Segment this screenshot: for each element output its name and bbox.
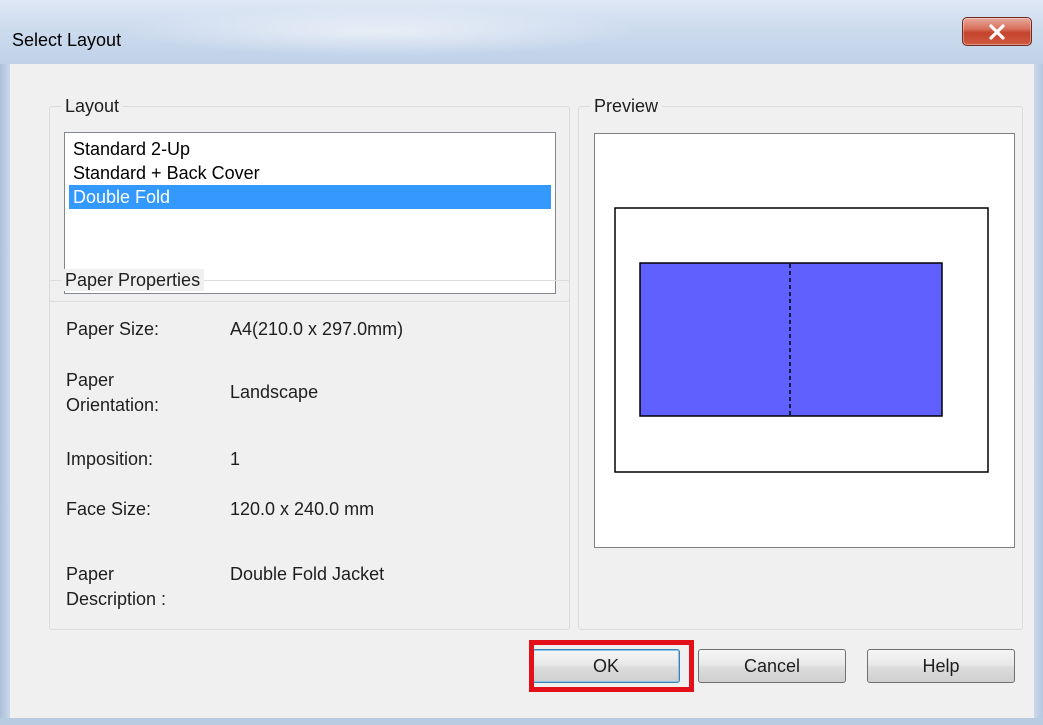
preview-canvas: [594, 133, 1015, 548]
help-button[interactable]: Help: [867, 649, 1015, 683]
paper-description-value: Double Fold Jacket: [230, 564, 385, 584]
paper-orientation-value: Landscape: [230, 382, 319, 402]
window-frame-left: [0, 64, 10, 719]
window-frame-right: [1034, 64, 1043, 719]
dialog-client-area: Layout Standard 2-Up Standard + Back Cov…: [10, 64, 1034, 718]
close-icon: [989, 23, 1005, 40]
paper-properties-label: Paper Properties: [61, 269, 205, 291]
paper-size-value: A4(210.0 x 297.0mm): [230, 319, 404, 339]
paper-orientation-label-line2: Orientation:: [66, 395, 160, 415]
imposition-value: 1: [230, 449, 241, 469]
paper-description-label-line1: Paper: [66, 564, 115, 584]
preview-drawing: [614, 207, 989, 473]
window-title: Select Layout: [12, 30, 122, 50]
face-size-value: 120.0 x 240.0 mm: [230, 499, 375, 519]
layout-list-item[interactable]: Standard + Back Cover: [69, 161, 551, 185]
close-button[interactable]: [962, 17, 1032, 46]
title-bar[interactable]: Select Layout: [0, 0, 1043, 64]
preview-group-label: Preview: [590, 95, 663, 117]
imposition-label: Imposition:: [66, 449, 154, 469]
select-layout-dialog: Select Layout Layout Standard 2-Up Stand…: [0, 0, 1043, 725]
paper-orientation-label-line1: Paper: [66, 370, 115, 390]
layout-group-label: Layout: [61, 95, 124, 117]
face-size-label: Face Size:: [66, 499, 152, 519]
title-bar-glow: [120, 6, 640, 56]
layout-list-item[interactable]: Standard 2-Up: [69, 137, 551, 161]
paper-size-label: Paper Size:: [66, 319, 160, 339]
layout-list-item-selected[interactable]: Double Fold: [69, 185, 551, 209]
paper-description-label-line2: Description :: [66, 589, 167, 609]
window-frame-bottom: [0, 718, 1043, 725]
preview-face-area: [639, 262, 943, 417]
cancel-button[interactable]: Cancel: [698, 649, 846, 683]
ok-button-highlight-frame: [529, 640, 694, 692]
